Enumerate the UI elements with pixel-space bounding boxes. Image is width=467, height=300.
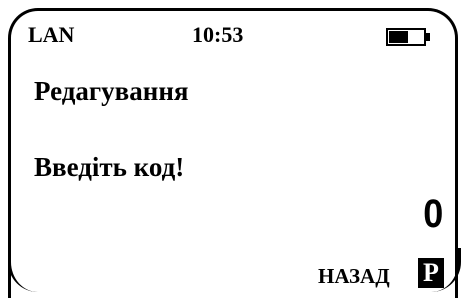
network-status: LAN (28, 22, 75, 47)
code-input-value[interactable]: 0 (423, 192, 443, 237)
back-key-icon[interactable]: P (418, 258, 444, 288)
clock-time: 10:53 (192, 22, 244, 47)
battery-level-fill (389, 31, 408, 43)
screen-title: Редагування (34, 76, 189, 106)
back-softkey-label[interactable]: НАЗАД (318, 264, 390, 289)
battery-icon (386, 28, 426, 46)
battery-tip (426, 33, 430, 41)
code-prompt: Введіть код! (34, 152, 185, 182)
